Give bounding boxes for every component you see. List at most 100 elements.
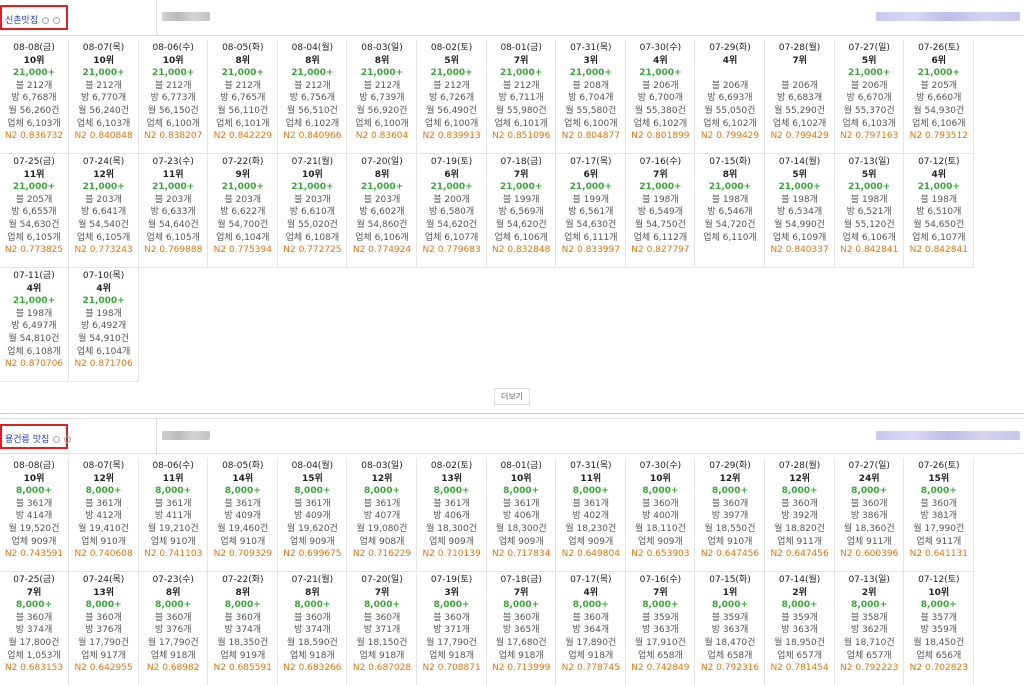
day-card: 08-02(토) 13위 8,000+ 블 361개 방 406개 월 18,300건 업체…	[417, 458, 487, 572]
card-business-count: 업체 909개	[429, 536, 475, 547]
card-n2-score: N2 0.851096	[492, 131, 551, 142]
card-rank: 10위	[93, 55, 114, 66]
card-cafe-count: 방 6,756개	[289, 93, 335, 104]
card-monthly-search: 월 18,450건	[913, 637, 965, 648]
card-rank: 8위	[235, 587, 251, 598]
card-n2-score: N2 0.842841	[840, 245, 899, 256]
card-monthly-search: 월 54,990건	[774, 219, 826, 230]
minus-circle-icon[interactable]	[42, 17, 49, 24]
day-card: 07-15(화) 1위 8,000+ 블 359개 방 363개 월 18,470건 업체 …	[696, 572, 765, 685]
card-amount: 21,000+	[430, 68, 473, 79]
card-amount: 8,000+	[642, 600, 679, 611]
card-cafe-count: 방 363개	[711, 625, 749, 636]
card-rank: 5위	[861, 169, 877, 180]
card-rank: 10위	[928, 587, 950, 598]
card-n2-score: N2 0.840337	[770, 245, 829, 256]
card-rank: 13위	[441, 473, 462, 484]
card-business-count: 업체 909개	[498, 536, 544, 547]
day-card: 07-29(화) 12위 8,000+ 블 360개 방 397개 월 18,550건 업체…	[696, 458, 765, 572]
card-amount: 21,000+	[221, 68, 264, 79]
section-header: 용건릉 맛집	[0, 418, 1024, 455]
more-button[interactable]: 더보기	[494, 388, 530, 405]
day-card: 08-08(금) 10위 21,000+ 블 212개 방 6,768개 월 56,260…	[0, 40, 69, 154]
section-divider	[0, 413, 1024, 414]
card-cafe-count: 방 407개	[363, 511, 401, 522]
card-n2-score: N2 0.792223	[840, 663, 899, 674]
minus-circle-icon[interactable]	[53, 436, 61, 443]
card-cafe-count: 방 6,561개	[568, 207, 614, 218]
header-divider	[156, 0, 157, 36]
card-business-count: 업체 658개	[637, 650, 683, 661]
keyword-box[interactable]: 용건릉 맛집	[0, 424, 72, 449]
card-monthly-search: 월 18,550건	[704, 523, 756, 534]
card-cafe-count: 방 374개	[15, 625, 53, 636]
card-n2-score: N2 0.778745	[561, 663, 620, 674]
card-rank: 6위	[444, 169, 459, 180]
card-amount: 21,000+	[430, 182, 473, 193]
card-amount: 8,000+	[920, 486, 957, 497]
card-date: 07-31(목)	[570, 43, 612, 53]
card-rank: 14위	[232, 473, 254, 484]
keyword-label[interactable]: 용건릉 맛집	[5, 435, 49, 445]
card-cafe-count: 방 363개	[642, 625, 679, 636]
day-card: 07-28(월) 12위 8,000+ 블 360개 방 392개 월 18,820건 업체…	[765, 458, 835, 572]
card-blog-count: 블 198개	[850, 194, 888, 205]
card-monthly-search: 월 54,620건	[495, 219, 547, 230]
card-date: 08-06(수)	[152, 43, 194, 53]
card-monthly-search: 월 18,470건	[704, 637, 756, 648]
card-date: 07-12(토)	[918, 157, 960, 167]
day-card: 07-14(월) 5위 21,000+ 블 198개 방 6,534개 월 54,990건…	[765, 154, 835, 268]
p-circle-icon[interactable]	[64, 436, 72, 443]
day-card: 07-26(토) 6위 21,000+ 블 205개 방 6,660개 월 54,930건…	[904, 40, 974, 154]
redacted-text	[162, 431, 210, 440]
card-business-count: 업체 6,100개	[564, 118, 618, 129]
card-business-count: 업체 918개	[359, 650, 405, 661]
card-monthly-search: 월 18,590건	[286, 637, 338, 648]
card-amount: 8,000+	[363, 600, 400, 611]
card-cafe-count: 방 376개	[85, 625, 122, 636]
card-cafe-count: 방 6,765개	[220, 93, 266, 104]
card-cafe-count: 방 363개	[781, 625, 818, 636]
card-amount: 8,000+	[85, 486, 122, 497]
card-blog-count: 블 203개	[224, 194, 262, 205]
card-amount: 8,000+	[294, 486, 331, 497]
card-amount: 21,000+	[778, 182, 821, 193]
card-amount: 21,000+	[82, 182, 125, 193]
day-card: 07-12(토) 10위 8,000+ 블 357개 방 359개 월 18,450건 업체…	[905, 572, 974, 685]
day-card: 07-12(토) 4위 21,000+ 블 198개 방 6,510개 월 54,650건…	[904, 154, 974, 268]
card-rank: 6위	[583, 169, 599, 180]
card-date: 08-03(일)	[361, 43, 403, 53]
card-business-count: 업체 918개	[568, 650, 614, 661]
day-card: 07-30(수) 4위 21,000+ 블 206개 방 6,700개 월 55,380건…	[626, 40, 696, 154]
card-cafe-count: 방 6,773개	[150, 93, 196, 104]
redacted-link	[876, 431, 1020, 440]
card-n2-score: N2 0.779683	[422, 245, 481, 256]
card-n2-score: N2 0.742849	[631, 663, 690, 674]
card-business-count: 업체 910개	[707, 536, 753, 547]
card-monthly-search: 월 55,580건	[565, 105, 617, 116]
card-cafe-count: 방 6,622개	[220, 207, 266, 218]
day-card: 07-28(월) 7위 블 206개 방 6,683개 월 55,290건 업체 6,1…	[765, 40, 835, 154]
card-business-count: 업체 918개	[150, 650, 196, 661]
keyword-label[interactable]: 신촌맛집	[5, 16, 38, 26]
card-blog-count: 블 359개	[642, 612, 679, 623]
card-blog-count: 블 361개	[15, 498, 53, 509]
p-circle-icon[interactable]	[52, 17, 60, 24]
day-card: 07-25(금) 11위 21,000+ 블 205개 방 6,655개 월 54,630…	[0, 154, 69, 268]
card-n2-score: N2 0.832848	[492, 245, 551, 256]
card-cafe-count: 방 6,700개	[637, 93, 683, 104]
card-amount: 21,000+	[848, 68, 891, 79]
day-card: 07-21(월) 8위 8,000+ 블 360개 방 374개 월 18,590건 업체 …	[278, 572, 348, 685]
card-n2-score: N2 0.702823	[909, 663, 968, 674]
card-amount: 21,000+	[291, 182, 334, 193]
card-rank: 24위	[858, 473, 880, 484]
card-cafe-count: 방 6,549개	[637, 207, 683, 218]
card-business-count: 업체 6,100개	[355, 118, 409, 129]
card-monthly-search: 월 56,110건	[217, 105, 269, 116]
keyword-box[interactable]: 신촌맛집	[0, 5, 68, 30]
card-blog-count: 블 212개	[15, 80, 53, 91]
day-card: 07-30(수) 10위 8,000+ 블 360개 방 400개 월 18,110건 업체…	[626, 458, 696, 572]
card-business-count: 업체 656개	[916, 650, 962, 661]
day-card: 07-27(일) 24위 8,000+ 블 360개 방 386개 월 18,360건 업체…	[835, 458, 905, 572]
card-blog-count: 블 361개	[572, 498, 610, 509]
